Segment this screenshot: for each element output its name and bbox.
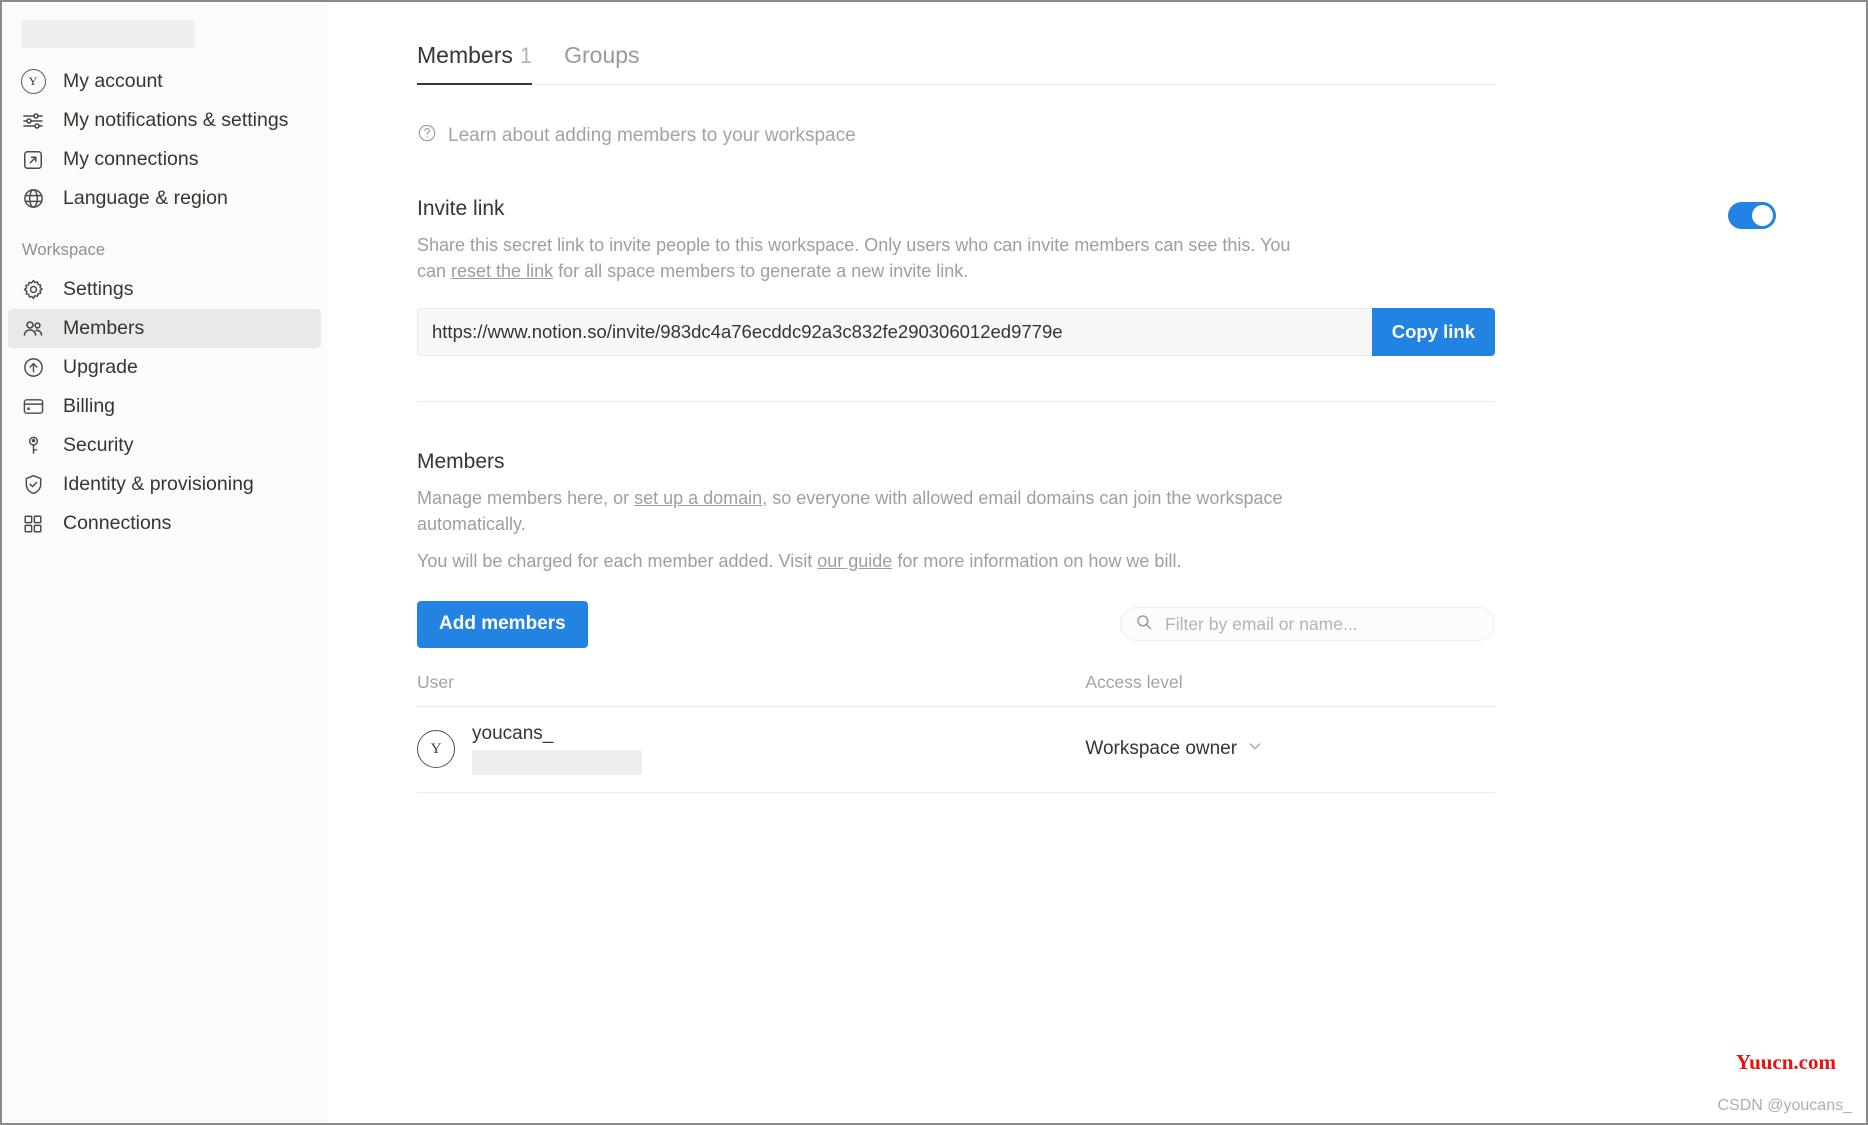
- members-count-badge: 1: [520, 43, 532, 68]
- access-level-dropdown[interactable]: Workspace owner: [1085, 738, 1495, 760]
- learn-about-members-link[interactable]: Learn about adding members to your works…: [417, 123, 1495, 149]
- sidebar-item-label: Language & region: [63, 187, 228, 210]
- invite-desc-part2: for all space members to generate a new …: [553, 261, 968, 281]
- sidebar: Y My account My notifications & settings…: [2, 2, 327, 1123]
- table-header-row: User Access level: [417, 672, 1495, 707]
- workspace-name-redacted: [22, 20, 195, 48]
- main-content: Members 1 Groups Learn about adding membe…: [327, 2, 1866, 1123]
- toggle-knob: [1752, 205, 1773, 226]
- invite-link-toggle[interactable]: [1728, 202, 1776, 229]
- tab-members[interactable]: Members 1: [417, 42, 532, 85]
- column-header-access-level: Access level: [1085, 672, 1495, 707]
- user-email-redacted: [472, 750, 642, 775]
- people-icon: [20, 316, 46, 342]
- members-actions-row: Add members: [417, 601, 1495, 648]
- grid-squares-icon: [20, 511, 46, 537]
- sidebar-item-label: Members: [63, 317, 144, 340]
- invite-link-description: Share this secret link to invite people …: [417, 233, 1297, 284]
- copy-link-button[interactable]: Copy link: [1372, 308, 1495, 356]
- sidebar-item-label: My connections: [63, 148, 198, 171]
- avatar-letter-y-icon: Y: [20, 69, 46, 95]
- sidebar-item-members[interactable]: Members: [8, 309, 321, 348]
- table-row[interactable]: Y youcans_ Workspace owner: [417, 706, 1495, 792]
- sidebar-item-label: My notifications & settings: [63, 109, 288, 132]
- sidebar-item-security[interactable]: Security: [8, 426, 321, 465]
- reset-the-link-link[interactable]: reset the link: [451, 261, 553, 281]
- watermark-red: Yuucn.com: [1736, 1050, 1836, 1075]
- members-title: Members: [417, 450, 1495, 474]
- globe-icon: [20, 186, 46, 212]
- tab-label: Groups: [564, 42, 639, 68]
- invite-link-title: Invite link: [417, 197, 1495, 221]
- sidebar-section-workspace: Workspace: [22, 241, 327, 260]
- learn-link-label: Learn about adding members to your works…: [448, 125, 856, 147]
- sidebar-item-label: Identity & provisioning: [63, 473, 254, 496]
- arrow-out-box-icon: [20, 147, 46, 173]
- sidebar-item-language-region[interactable]: Language & region: [8, 179, 321, 218]
- members-description-1: Manage members here, or set up a domain,…: [417, 486, 1297, 537]
- tab-label: Members: [417, 42, 513, 68]
- set-up-a-domain-link[interactable]: set up a domain: [634, 488, 762, 508]
- arrow-up-circle-icon: [20, 355, 46, 381]
- sidebar-item-label: Security: [63, 434, 133, 457]
- tab-groups[interactable]: Groups: [564, 42, 639, 85]
- filter-members-box[interactable]: [1120, 607, 1495, 641]
- access-level-value: Workspace owner: [1085, 738, 1237, 760]
- sidebar-item-identity-provisioning[interactable]: Identity & provisioning: [8, 465, 321, 504]
- sidebar-item-label: Billing: [63, 395, 115, 418]
- key-icon: [20, 433, 46, 459]
- members-desc1-part1: Manage members here, or: [417, 488, 634, 508]
- access-level-cell: Workspace owner: [1085, 706, 1495, 792]
- sidebar-item-label: Connections: [63, 512, 171, 535]
- column-header-user: User: [417, 672, 1085, 707]
- members-desc2-part2: for more information on how we bill.: [892, 551, 1181, 571]
- chevron-down-icon: [1247, 738, 1263, 760]
- sidebar-item-label: Settings: [63, 278, 133, 301]
- user-cell: Y youcans_: [417, 706, 1085, 792]
- sidebar-item-my-notifications-settings[interactable]: My notifications & settings: [8, 101, 321, 140]
- avatar: Y: [417, 730, 455, 768]
- our-guide-link[interactable]: our guide: [817, 551, 892, 571]
- sidebar-item-my-account[interactable]: Y My account: [8, 62, 321, 101]
- filter-members-input[interactable]: [1165, 614, 1480, 635]
- sidebar-item-label: My account: [63, 70, 163, 93]
- question-circle-icon: [417, 123, 437, 149]
- section-divider: [417, 401, 1495, 402]
- sliders-icon: [20, 108, 46, 134]
- sidebar-item-billing[interactable]: Billing: [8, 387, 321, 426]
- sidebar-item-connections[interactable]: Connections: [8, 504, 321, 543]
- tab-bar: Members 1 Groups: [417, 42, 1495, 85]
- sidebar-item-my-connections[interactable]: My connections: [8, 140, 321, 179]
- sidebar-item-settings[interactable]: Settings: [8, 270, 321, 309]
- members-description-2: You will be charged for each member adde…: [417, 549, 1297, 575]
- add-members-button[interactable]: Add members: [417, 601, 588, 648]
- members-desc2-part1: You will be charged for each member adde…: [417, 551, 817, 571]
- search-icon: [1135, 613, 1153, 636]
- gear-icon: [20, 277, 46, 303]
- shield-check-icon: [20, 472, 46, 498]
- sidebar-item-label: Upgrade: [63, 356, 138, 379]
- invite-link-field[interactable]: https://www.notion.so/invite/983dc4a76ec…: [417, 308, 1372, 356]
- credit-card-icon: [20, 394, 46, 420]
- watermark-gray: CSDN @youcans_: [1717, 1097, 1852, 1115]
- sidebar-item-upgrade[interactable]: Upgrade: [8, 348, 321, 387]
- members-table: User Access level Y youcans_: [417, 672, 1495, 793]
- invite-link-row: https://www.notion.so/invite/983dc4a76ec…: [417, 308, 1495, 356]
- settings-window: Y My account My notifications & settings…: [0, 0, 1868, 1125]
- user-name: youcans_: [472, 724, 642, 745]
